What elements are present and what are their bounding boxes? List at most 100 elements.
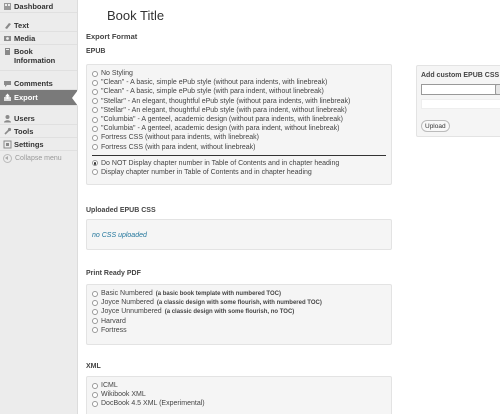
css-file-field	[421, 99, 500, 109]
option-note: (a basic book template with numbered TOC…	[155, 290, 281, 297]
epub-style-option[interactable]: No Styling	[92, 69, 386, 78]
radio-button[interactable]	[92, 160, 98, 167]
radio-button[interactable]	[92, 79, 98, 86]
pdf-heading: Print Ready PDF	[86, 270, 141, 277]
option-label: Wikibook XML	[101, 391, 146, 399]
radio-button[interactable]	[92, 400, 98, 407]
admin-sidebar: Dashboard Text Media Book Information Co…	[0, 0, 78, 414]
epub-style-option[interactable]: Fortress CSS (without para indents, with…	[92, 133, 386, 142]
dashboard-icon	[3, 2, 12, 11]
sidebar-item-settings[interactable]: Settings	[0, 138, 77, 151]
epub-style-option[interactable]: Fortress CSS (with para indent, without …	[92, 143, 386, 152]
sidebar-item-media[interactable]: Media	[0, 32, 77, 45]
sidebar-item-dashboard[interactable]: Dashboard	[0, 0, 77, 13]
chapter-number-option[interactable]: Display chapter number in Table of Conte…	[92, 168, 386, 177]
epub-style-option[interactable]: "Columbia" - A genteel, academic design …	[92, 115, 386, 124]
radio-button[interactable]	[92, 107, 98, 114]
sidebar-item-book-information[interactable]: Book Information	[0, 45, 77, 71]
book-info-icon	[3, 47, 12, 56]
sidebar-item-label: Tools	[14, 126, 34, 136]
option-label: Basic Numbered	[101, 290, 153, 298]
sidebar-item-label: Text	[14, 20, 29, 30]
sidebar-item-tools[interactable]: Tools	[0, 125, 77, 138]
radio-button[interactable]	[92, 88, 98, 95]
custom-css-heading: Add custom EPUB CSS	[421, 72, 500, 79]
radio-button[interactable]	[92, 308, 98, 315]
pdf-option[interactable]: Fortress	[92, 326, 386, 335]
option-label: DocBook 4.5 XML (Experimental)	[101, 400, 205, 408]
epub-style-option[interactable]: "Clean" - A basic, simple ePub style (wi…	[92, 87, 386, 96]
option-label: "Stellar" - An elegant, thoughtful ePub …	[101, 106, 347, 114]
option-label: No Styling	[101, 70, 133, 78]
pdf-option[interactable]: Joyce Numbered (a classic design with som…	[92, 298, 386, 307]
chapter-number-option[interactable]: Do NOT Display chapter number in Table o…	[92, 159, 386, 168]
text-icon	[3, 21, 12, 30]
epub-style-option[interactable]: "Stellar" - An elegant, thoughtful ePub …	[92, 97, 386, 106]
sidebar-item-label: Users	[14, 113, 35, 123]
epub-style-option[interactable]: "Clean" - A basic, simple ePub style (wi…	[92, 78, 386, 87]
option-label: "Clean" - A basic, simple ePub style (wi…	[101, 79, 328, 87]
epub-style-option[interactable]: "Columbia" - A genteel, academic design …	[92, 124, 386, 133]
option-label: Do NOT Display chapter number in Table o…	[101, 159, 340, 167]
xml-option[interactable]: Wikibook XML	[92, 390, 386, 399]
radio-button[interactable]	[92, 318, 98, 325]
sidebar-item-label: Book Information	[14, 47, 56, 65]
sidebar-item-text[interactable]: Text	[0, 19, 77, 32]
custom-css-panel: Add custom EPUB CSS Upload	[416, 65, 500, 137]
option-note: (a classic design with some flourish, wi…	[156, 299, 322, 306]
sidebar-item-label: Export	[14, 93, 38, 102]
tools-icon	[3, 127, 12, 136]
xml-option[interactable]: DocBook 4.5 XML (Experimental)	[92, 399, 386, 408]
sidebar-item-export[interactable]: Export	[0, 89, 78, 106]
radio-button[interactable]	[92, 98, 98, 105]
comments-icon	[3, 79, 12, 88]
radio-button[interactable]	[92, 70, 98, 77]
uploaded-css-panel: no CSS uploaded	[86, 219, 392, 250]
radio-button[interactable]	[92, 290, 98, 297]
collapse-icon	[3, 153, 12, 163]
option-label: "Clean" - A basic, simple ePub style (wi…	[101, 88, 324, 96]
option-label: Harvard	[101, 317, 126, 325]
sidebar-item-label: Comments	[14, 78, 53, 88]
radio-button[interactable]	[92, 327, 98, 334]
radio-button[interactable]	[92, 169, 98, 176]
radio-button[interactable]	[92, 391, 98, 398]
pdf-option[interactable]: Harvard	[92, 317, 386, 326]
users-icon	[3, 114, 12, 123]
radio-button[interactable]	[92, 382, 98, 389]
option-label: Joyce Unnumbered	[101, 308, 162, 316]
active-indicator	[72, 89, 78, 106]
pdf-option[interactable]: Basic Numbered (a basic book template wit…	[92, 289, 386, 298]
browse-button[interactable]	[495, 84, 500, 95]
radio-button[interactable]	[92, 134, 98, 141]
collapse-menu-button[interactable]: Collapse menu	[0, 151, 77, 165]
option-label: Fortress	[101, 326, 127, 334]
radio-button[interactable]	[92, 144, 98, 151]
collapse-label: Collapse menu	[15, 154, 62, 162]
pdf-option[interactable]: Joyce Unnumbered (a classic design with s…	[92, 307, 386, 316]
radio-button[interactable]	[92, 299, 98, 306]
option-label: Fortress CSS (without para indents, with…	[101, 134, 259, 142]
epub-options-panel: No Styling "Clean" - A basic, simple ePu…	[86, 64, 392, 185]
sidebar-item-label: Settings	[14, 139, 44, 149]
settings-icon	[3, 140, 12, 149]
epub-heading: EPUB	[86, 48, 106, 55]
sidebar-item-users[interactable]: Users	[0, 112, 77, 125]
export-format-heading: Export Format	[86, 32, 138, 41]
sidebar-item-comments[interactable]: Comments	[0, 77, 77, 90]
page-title: Book Title	[107, 8, 165, 23]
divider	[92, 154, 386, 156]
option-label: "Columbia" - A genteel, academic design …	[101, 116, 343, 124]
epub-style-option[interactable]: "Stellar" - An elegant, thoughtful ePub …	[92, 106, 386, 115]
upload-button[interactable]: Upload	[421, 120, 450, 132]
pdf-options-panel: Basic Numbered (a basic book template wit…	[86, 284, 392, 345]
radio-button[interactable]	[92, 125, 98, 132]
xml-option[interactable]: ICML	[92, 381, 386, 390]
export-icon	[3, 93, 12, 102]
option-label: ICML	[101, 382, 118, 390]
radio-button[interactable]	[92, 116, 98, 123]
sidebar-item-label: Dashboard	[14, 1, 54, 11]
uploaded-css-heading: Uploaded EPUB CSS	[86, 207, 156, 214]
no-css-link[interactable]: no CSS uploaded	[92, 232, 147, 239]
css-file-input[interactable]	[421, 84, 497, 95]
